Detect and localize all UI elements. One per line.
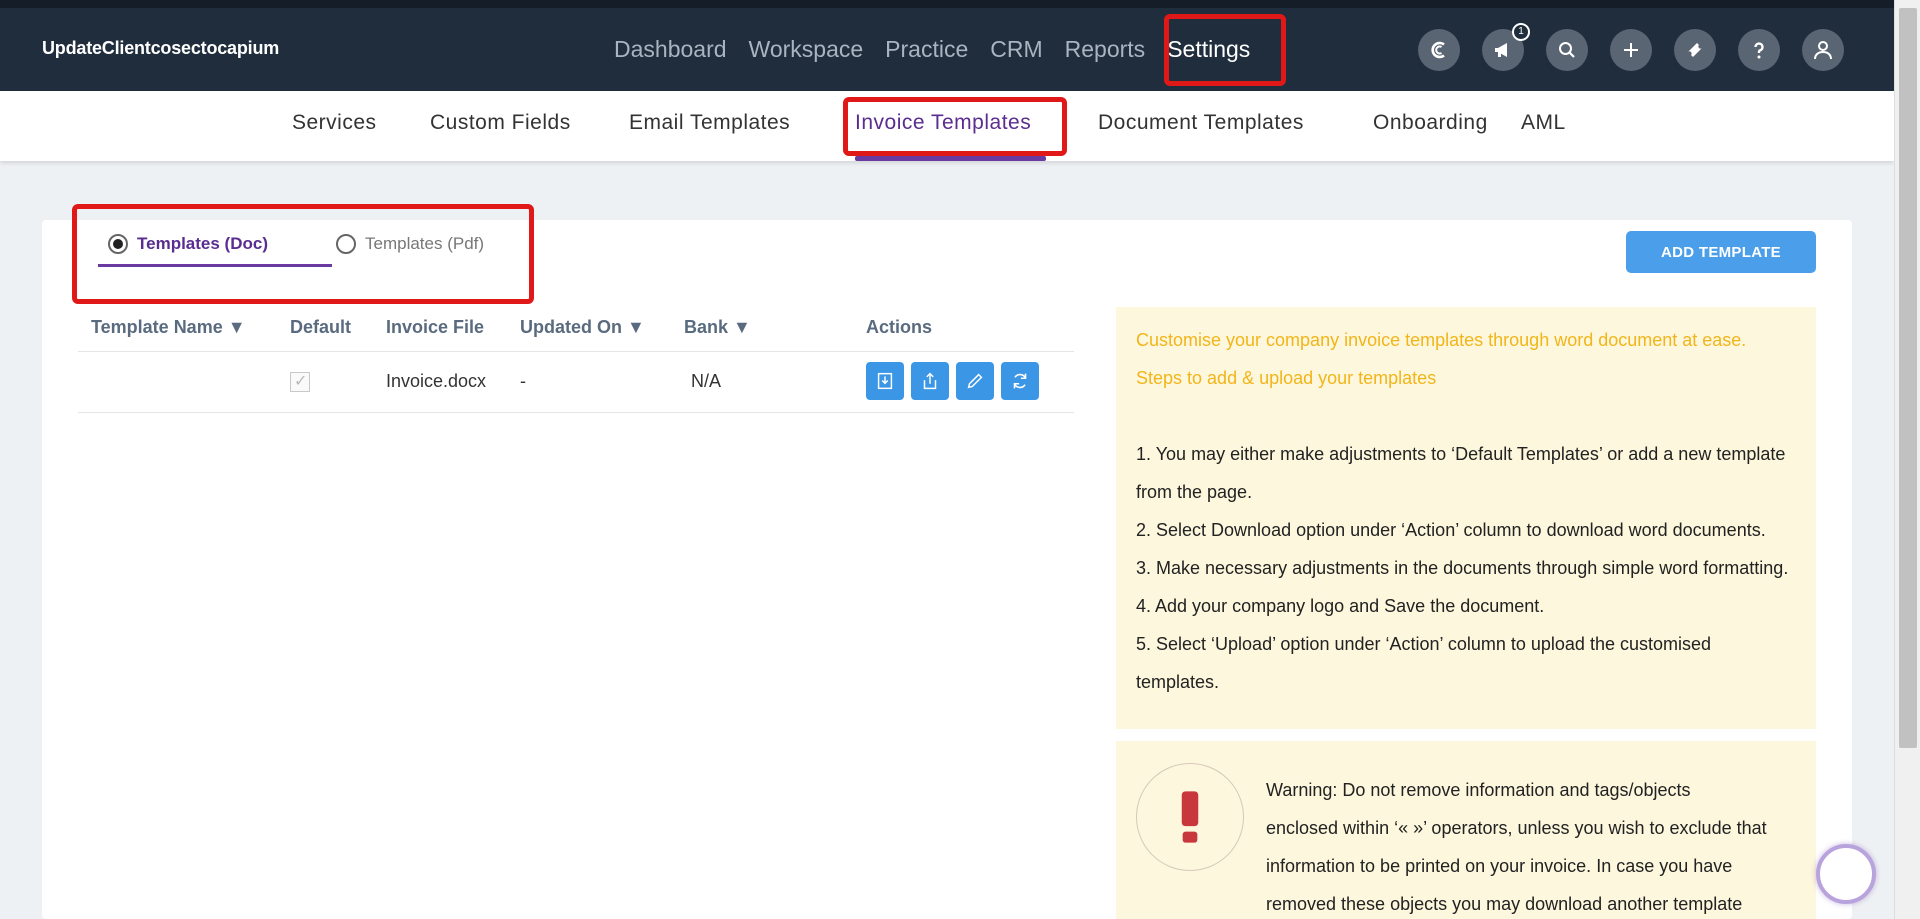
- tab-document-templates[interactable]: Document Templates: [1098, 111, 1304, 135]
- cell-bank: N/A: [691, 371, 722, 391]
- warning-line-4: removed these objects you may download a…: [1266, 894, 1743, 914]
- nav-workspace[interactable]: Workspace: [749, 32, 864, 66]
- warning-line-1: Warning: Do not remove information and t…: [1266, 780, 1691, 800]
- nav-crm[interactable]: CRM: [990, 32, 1042, 66]
- invoice-templates-highlight: [843, 97, 1067, 156]
- header-icons: 1: [1418, 23, 1866, 71]
- company-name: UpdateClientcosectocapium: [42, 38, 280, 58]
- refresh-button[interactable]: [1001, 362, 1039, 400]
- step-4: 4. Add your company logo and Save the do…: [1136, 596, 1545, 616]
- capium-logo-icon[interactable]: [1418, 29, 1460, 71]
- nav-practice[interactable]: Practice: [885, 32, 968, 66]
- active-tab-underline: [855, 156, 1046, 161]
- step-5: 5. Select ‘Upload’ option under ‘Action’…: [1136, 634, 1712, 654]
- step-3: 3. Make necessary adjustments in the doc…: [1136, 558, 1789, 578]
- cell-invoice-file: Invoice.docx: [386, 371, 487, 391]
- help-chat-button[interactable]: [1816, 844, 1876, 904]
- col-bank[interactable]: Bank ▼: [684, 317, 751, 338]
- top-header: UpdateClientcosectocapium Dashboard Work…: [0, 0, 1894, 91]
- add-template-button[interactable]: ADD TEMPLATE: [1626, 231, 1816, 273]
- nav-dashboard[interactable]: Dashboard: [614, 32, 727, 66]
- cell-updated-on: -: [520, 371, 526, 391]
- warning-text: Warning: Do not remove information and t…: [1266, 771, 1796, 919]
- megaphone-icon[interactable]: 1: [1482, 23, 1530, 71]
- exclamation-icon: [1181, 791, 1199, 843]
- tab-aml[interactable]: AML: [1521, 111, 1566, 135]
- window-strip: [0, 0, 1894, 8]
- download-icon: [877, 372, 893, 390]
- col-actions: Actions: [866, 317, 933, 337]
- tab-onboarding[interactable]: Onboarding: [1373, 111, 1488, 135]
- plus-icon[interactable]: [1610, 29, 1652, 71]
- step-1: 1. You may either make adjustments to ‘D…: [1136, 444, 1786, 464]
- settings-highlight: [1164, 14, 1286, 86]
- col-default: Default: [290, 317, 352, 337]
- col-updated-on[interactable]: Updated On ▼: [520, 317, 645, 338]
- scrollbar-thumb[interactable]: [1899, 8, 1917, 748]
- col-template-name[interactable]: Template Name ▼: [91, 317, 246, 338]
- user-icon[interactable]: [1802, 29, 1844, 71]
- help-icon[interactable]: [1738, 29, 1780, 71]
- upload-button[interactable]: [911, 362, 949, 400]
- instructions-subheading: Steps to add & upload your templates: [1136, 368, 1437, 388]
- upload-icon: [923, 372, 937, 390]
- pencil-icon: [967, 373, 983, 389]
- step-1-cont: from the page.: [1136, 482, 1253, 502]
- download-button[interactable]: [866, 362, 904, 400]
- tab-email-templates[interactable]: Email Templates: [629, 111, 790, 135]
- page-scrollbar[interactable]: [1894, 0, 1920, 919]
- warning-circle: [1136, 763, 1244, 871]
- row-divider: [78, 412, 1074, 413]
- notification-badge: 1: [1512, 23, 1530, 41]
- instructions-heading: Customise your company invoice templates…: [1136, 330, 1747, 350]
- warning-line-3: information to be printed on your invoic…: [1266, 856, 1733, 876]
- edit-button[interactable]: [956, 362, 994, 400]
- refresh-icon: [1013, 373, 1027, 389]
- warning-panel: Warning: Do not remove information and t…: [1116, 741, 1816, 919]
- nav-reports[interactable]: Reports: [1065, 32, 1146, 66]
- col-invoice-file: Invoice File: [386, 317, 485, 337]
- instructions-panel: Customise your company invoice templates…: [1116, 307, 1816, 729]
- template-type-highlight: [72, 204, 534, 304]
- header-divider: [78, 351, 1074, 352]
- ticket-icon[interactable]: [1674, 29, 1716, 71]
- warning-line-2: enclosed within ‘« »’ operators, unless …: [1266, 818, 1767, 838]
- search-icon[interactable]: [1546, 29, 1588, 71]
- default-checkbox[interactable]: [290, 371, 310, 392]
- tab-services[interactable]: Services: [292, 111, 377, 135]
- step-5-cont: templates.: [1136, 672, 1220, 692]
- step-2: 2. Select Download option under ‘Action’…: [1136, 520, 1766, 540]
- tab-custom-fields[interactable]: Custom Fields: [430, 111, 571, 135]
